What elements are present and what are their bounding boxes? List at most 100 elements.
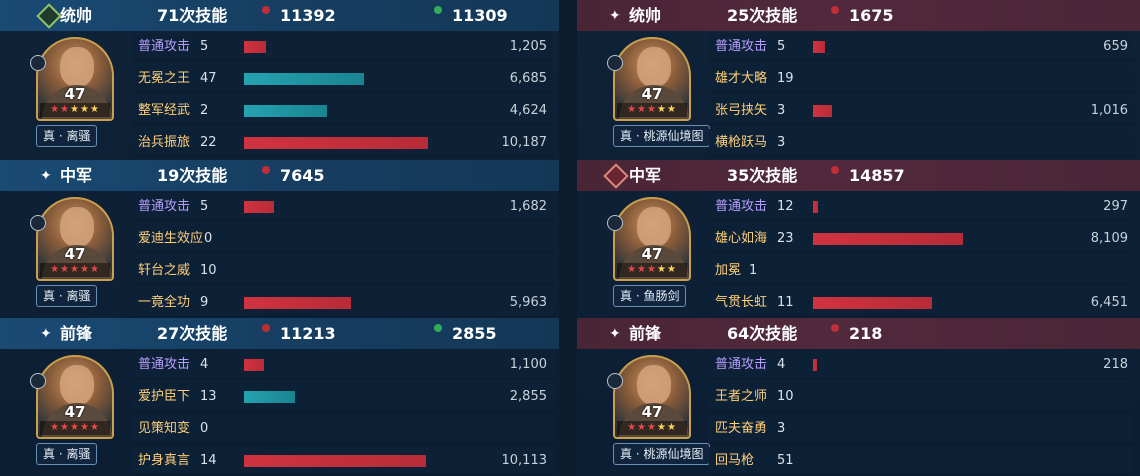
star-rating: ★★★★★: [40, 421, 110, 435]
role-label: 统帅: [629, 6, 662, 25]
skill-damage-value: 297: [1103, 199, 1128, 214]
skill-count: 64次技能: [727, 324, 798, 343]
star-icon: ★: [627, 422, 638, 433]
skill-trigger-count: 5: [777, 39, 786, 54]
skill-name: 普通攻击: [715, 39, 768, 54]
star-icon: ★: [647, 422, 657, 433]
skill-row: 雄才大略 19: [709, 65, 1134, 93]
vanguard-badge-icon: [603, 163, 629, 189]
skill-name: 护身真言: [138, 453, 191, 468]
skill-name: 张弓挟矢: [715, 103, 768, 118]
hero-portrait[interactable]: 47 ★★★★★: [613, 355, 691, 439]
star-icon: ★: [666, 104, 677, 115]
skill-name: 轩台之威: [138, 263, 191, 278]
gear-slot-icon: [607, 55, 623, 71]
treasure-tag[interactable]: 真 · 离骚: [36, 285, 98, 307]
gear-slot-icon: [607, 215, 623, 231]
left-hero-block-3: ✦ 前锋 27次技能 11213 2855 47 ★★★★★ 真 · 离骚 普通攻击 4 1,100…: [0, 318, 559, 475]
hero-header: ✦ 前锋 27次技能 11213 2855: [0, 318, 559, 349]
skill-name: 无冕之王: [138, 71, 191, 86]
skill-trigger-count: 2: [200, 103, 209, 118]
star-icon: ★: [60, 104, 71, 115]
gear-slot-icon: [30, 55, 46, 71]
skill-damage-value: 10,187: [501, 135, 548, 150]
skill-count: 35次技能: [727, 166, 798, 185]
star-icon: ★: [70, 264, 80, 275]
role-star-icon: ✦: [609, 8, 621, 24]
star-icon: ★: [627, 264, 638, 275]
skill-trigger-count: 13: [200, 389, 217, 404]
hero-level: 47: [641, 245, 663, 263]
skill-row: 张弓挟矢 3 1,016: [709, 97, 1134, 125]
skill-damage-bar: [813, 233, 963, 245]
star-icon: ★: [70, 104, 80, 115]
star-icon: ★: [50, 104, 61, 115]
skill-row: 回马枪 51: [709, 447, 1134, 475]
hero-portrait[interactable]: 47 ★★★★★: [613, 37, 691, 121]
skill-trigger-count: 23: [777, 231, 794, 246]
role-star-icon: ✦: [40, 326, 52, 342]
skill-trigger-count: 14: [200, 453, 217, 468]
skill-damage-bar: [244, 137, 428, 149]
treasure-tag[interactable]: 真 · 鱼肠剑: [613, 285, 687, 307]
skill-damage-bar: [813, 359, 817, 371]
damage-dot-icon: [831, 324, 839, 332]
skill-trigger-count: 5: [200, 199, 209, 214]
hero-header: ✦ 前锋 64次技能 218: [577, 318, 1140, 349]
star-icon: ★: [637, 104, 648, 115]
hero-portrait[interactable]: 47 ★★★★★: [36, 197, 114, 281]
heal-total: 2855: [452, 324, 497, 343]
skill-trigger-count: 22: [200, 135, 217, 150]
treasure-tag[interactable]: 真 · 离骚: [36, 125, 98, 147]
right-hero-block-3: ✦ 前锋 64次技能 218 47 ★★★★★ 真 · 桃源仙境图 普通攻击 4 218 王者之师 1…: [577, 318, 1140, 475]
damage-total: 7645: [280, 166, 325, 185]
skill-damage-bar: [244, 201, 274, 213]
skill-name: 气贯长虹: [715, 295, 768, 310]
star-icon: ★: [50, 422, 61, 433]
skill-trigger-count: 10: [200, 263, 217, 278]
skill-name: 爱护臣下: [138, 389, 191, 404]
treasure-tag[interactable]: 真 · 离骚: [36, 443, 98, 465]
treasure-tag[interactable]: 真 · 桃源仙境图: [613, 443, 711, 465]
right-team-panel: ✦ 统帅 25次技能 1675 47 ★★★★★ 真 · 桃源仙境图 普通攻击 5 659 雄才大略…: [577, 0, 1140, 476]
star-icon: ★: [656, 264, 667, 275]
hero-portrait[interactable]: 47 ★★★★★: [613, 197, 691, 281]
damage-dot-icon: [262, 166, 270, 174]
role-label: 中军: [629, 166, 662, 185]
skill-damage-bar: [244, 41, 266, 53]
skill-row: 护身真言 14 10,113: [132, 447, 553, 475]
hero-portrait[interactable]: 47 ★★★★★: [36, 355, 114, 439]
star-icon: ★: [637, 422, 648, 433]
hero-level: 47: [641, 85, 663, 103]
damage-dot-icon: [262, 6, 270, 14]
skill-row: 治兵振旅 22 10,187: [132, 129, 553, 157]
star-icon: ★: [50, 264, 61, 275]
skill-damage-bar: [244, 359, 264, 371]
hero-portrait[interactable]: 47 ★★★★★: [36, 37, 114, 121]
hero-level: 47: [64, 85, 86, 103]
skill-damage-bar: [813, 201, 818, 213]
skill-name: 普通攻击: [715, 357, 768, 372]
star-icon: ★: [627, 104, 638, 115]
star-rating: ★★★★★: [617, 421, 687, 435]
star-icon: ★: [70, 422, 80, 433]
skill-row: 普通攻击 4 1,100: [132, 351, 553, 379]
skill-damage-value: 1,100: [509, 357, 547, 372]
hero-level: 47: [64, 245, 86, 263]
skill-damage-bar: [813, 41, 825, 53]
gear-slot-icon: [607, 373, 623, 389]
left-hero-block-2: ✦ 中军 19次技能 7645 47 ★★★★★ 真 · 离骚 普通攻击 5 1,682 爱迪生效应…: [0, 160, 559, 317]
star-rating: ★★★★★: [617, 103, 687, 117]
star-icon: ★: [656, 104, 667, 115]
hero-header: 中军 35次技能 14857: [577, 160, 1140, 191]
skill-damage-value: 1,682: [509, 199, 547, 214]
skill-trigger-count: 1: [749, 263, 758, 278]
treasure-tag[interactable]: 真 · 桃源仙境图: [613, 125, 711, 147]
gear-slot-icon: [30, 215, 46, 231]
skill-row: 气贯长虹 11 6,451: [709, 289, 1134, 317]
star-rating: ★★★★★: [40, 103, 110, 117]
skill-trigger-count: 3: [777, 103, 786, 118]
skill-trigger-count: 19: [777, 71, 794, 86]
skill-damage-value: 4,624: [509, 103, 547, 118]
damage-total: 218: [849, 324, 883, 343]
